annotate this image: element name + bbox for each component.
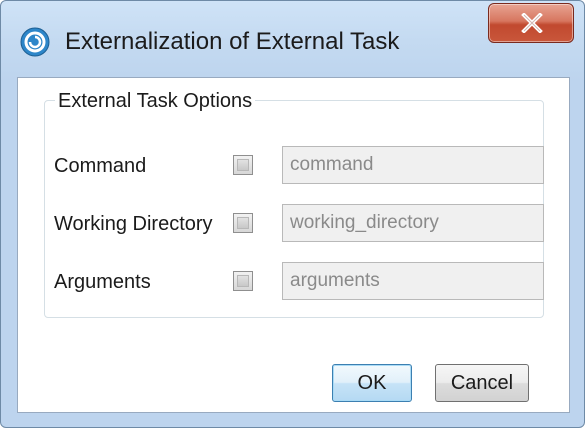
command-input[interactable] — [282, 146, 544, 184]
command-checkbox[interactable] — [233, 155, 253, 175]
working-directory-checkbox[interactable] — [233, 213, 253, 233]
dialog-title: Externalization of External Task — [65, 28, 400, 55]
working-directory-label: Working Directory — [54, 213, 213, 235]
arguments-input[interactable] — [282, 262, 544, 300]
dialog-window: Externalization of External Task Externa… — [0, 0, 585, 428]
working-directory-input[interactable] — [282, 204, 544, 242]
close-button[interactable] — [488, 3, 574, 43]
group-legend: External Task Options — [55, 88, 256, 114]
close-icon — [521, 13, 543, 33]
arguments-checkbox[interactable] — [233, 271, 253, 291]
external-task-options-group: External Task Options Command Working Di… — [44, 88, 544, 318]
arguments-label: Arguments — [54, 271, 151, 293]
command-label: Command — [54, 155, 147, 177]
cancel-button[interactable]: Cancel — [435, 364, 529, 402]
ok-button[interactable]: OK — [332, 364, 412, 402]
dialog-content: External Task Options Command Working Di… — [17, 77, 570, 413]
title-bar[interactable]: Externalization of External Task — [1, 1, 584, 77]
app-logo-icon — [20, 27, 50, 57]
